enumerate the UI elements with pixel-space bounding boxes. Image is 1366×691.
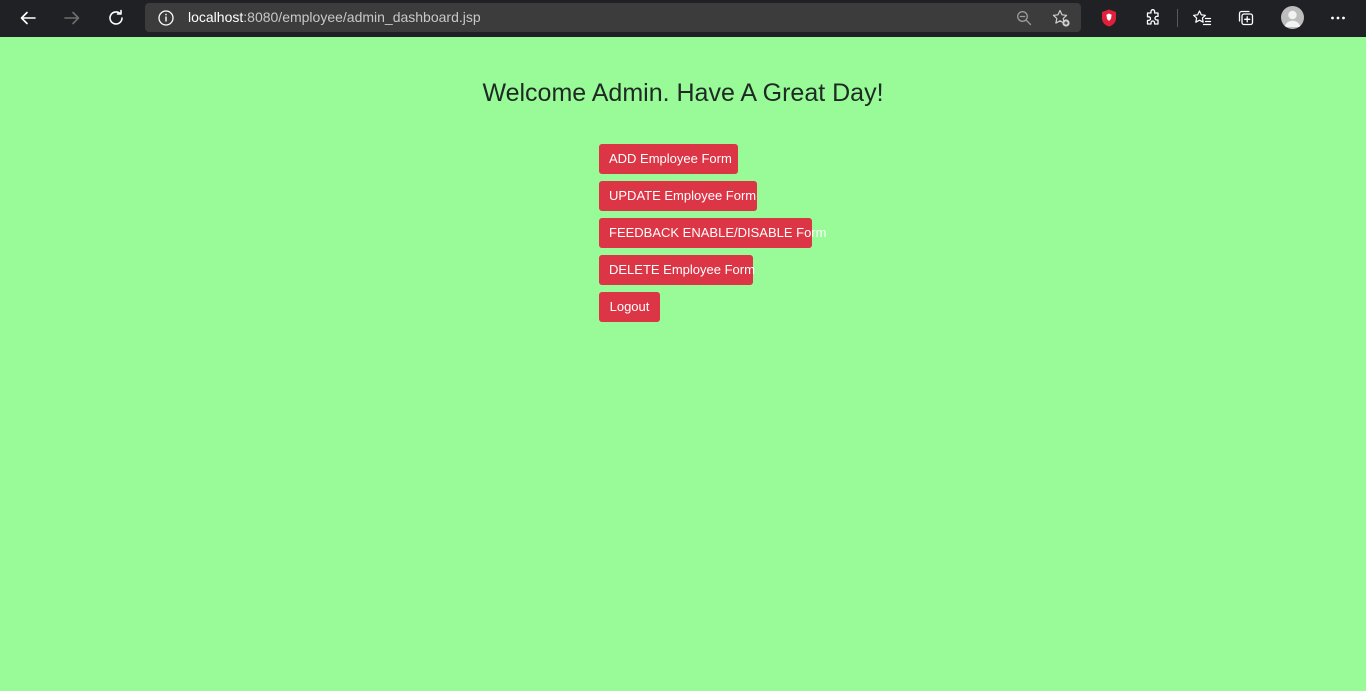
- profile-avatar[interactable]: [1281, 6, 1304, 29]
- url-text[interactable]: localhost:8080/employee/admin_dashboard.…: [188, 9, 481, 26]
- toolbar-divider: [1177, 9, 1178, 27]
- add-favorite-icon[interactable]: [1051, 8, 1071, 28]
- back-icon[interactable]: [13, 4, 43, 32]
- address-bar[interactable]: localhost:8080/employee/admin_dashboard.…: [145, 3, 1081, 32]
- info-icon[interactable]: [157, 9, 175, 27]
- feedback-enable-disable-form-button[interactable]: FEEDBACK ENABLE/DISABLE Form: [599, 218, 826, 248]
- add-employee-form-button[interactable]: ADD Employee Form: [599, 144, 738, 174]
- url-host: localhost: [188, 9, 244, 25]
- logout-button[interactable]: Logout: [599, 292, 660, 322]
- url-path: :8080/employee/admin_dashboard.jsp: [243, 9, 481, 25]
- collections-icon[interactable]: [1231, 4, 1261, 32]
- brave-shield-icon[interactable]: [1094, 4, 1124, 32]
- reload-icon[interactable]: [101, 4, 131, 32]
- zoom-icon[interactable]: [1014, 8, 1034, 28]
- extensions-icon[interactable]: [1138, 4, 1168, 32]
- forward-icon[interactable]: [57, 4, 87, 32]
- update-employee-form-button[interactable]: UPDATE Employee Form: [599, 181, 757, 211]
- more-icon[interactable]: [1323, 4, 1353, 32]
- browser-toolbar: localhost:8080/employee/admin_dashboard.…: [0, 0, 1366, 37]
- favorites-icon[interactable]: [1187, 4, 1217, 32]
- delete-employee-form-button[interactable]: DELETE Employee Form: [599, 255, 755, 285]
- page-title: Welcome Admin. Have A Great Day!: [482, 79, 884, 107]
